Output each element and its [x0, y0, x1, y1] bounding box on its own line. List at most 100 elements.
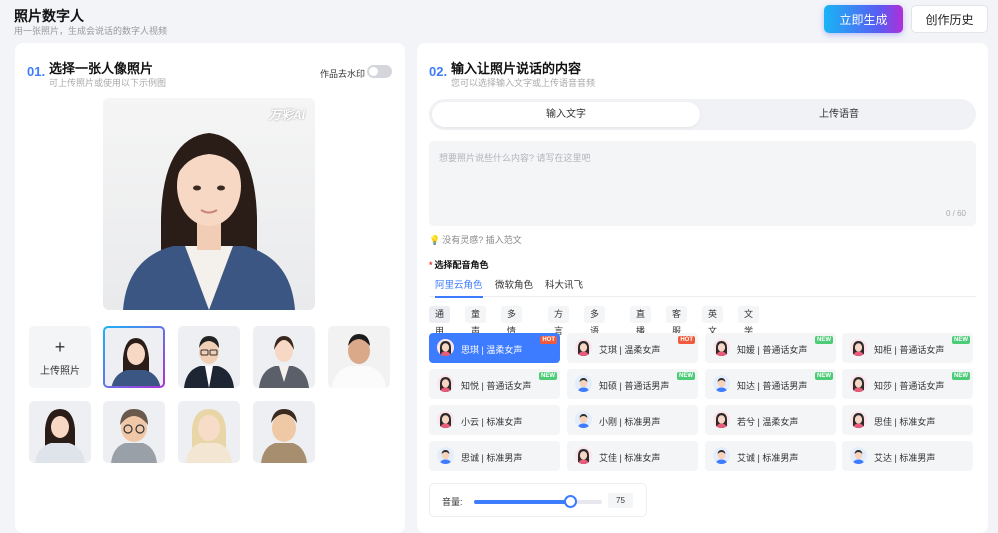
voice-name: 知莎 | 普通话女声	[874, 381, 945, 391]
thumbnail-cartoon-boy-glasses[interactable]	[103, 401, 165, 463]
page-subtitle: 用一张照片，生成会说话的数字人视频	[14, 26, 168, 36]
char-counter: 0 / 60	[945, 209, 966, 218]
new-badge: NEW	[539, 372, 557, 380]
photo-panel: 01. 选择一张人像照片 可上传照片或使用以下示例图 作品去水印 万彩AI + …	[15, 43, 405, 533]
female-avatar-icon	[437, 375, 454, 392]
thumbnail-cartoon-boy-jacket[interactable]	[253, 401, 315, 463]
section-title: 输入让照片说话的内容	[451, 61, 582, 76]
voice-card[interactable]: 知媛 | 普通话女声 NEW	[705, 333, 836, 363]
voice-card[interactable]: 知悦 | 普通话女声 NEW	[429, 369, 560, 399]
insert-sample-link[interactable]: 💡 没有灵感? 插入范文	[429, 233, 522, 246]
required-mark: *	[429, 260, 433, 270]
voice-card[interactable]: 艾达 | 标准男声	[842, 441, 973, 471]
hot-badge: HOT	[678, 336, 695, 344]
insert-sample-label: 没有灵感? 插入范文	[442, 235, 522, 245]
voice-name: 知柜 | 普通话女声	[874, 345, 945, 355]
volume-control: 音量: 75	[429, 483, 647, 517]
volume-value[interactable]: 75	[608, 493, 633, 508]
preview-watermark: 万彩AI	[268, 108, 305, 122]
voice-card[interactable]: 思佳 | 标准女声	[842, 405, 973, 435]
voice-name: 知悦 | 普通话女声	[461, 381, 532, 391]
page-title: 照片数字人	[14, 8, 84, 24]
section-number: 01.	[27, 64, 46, 79]
thumbnail-woman-suit[interactable]	[103, 326, 165, 388]
section-subtitle: 可上传照片或使用以下示例图	[49, 78, 167, 88]
section-title: 选择一张人像照片	[49, 61, 154, 76]
voice-card[interactable]: 小云 | 标准女声	[429, 405, 560, 435]
voice-name: 艾佳 | 标准女声	[599, 453, 661, 463]
chip-emotional[interactable]: 多情感	[501, 306, 523, 353]
voice-provider-tabs: 阿里云角色 微软角色 科大讯飞	[429, 275, 976, 298]
hot-badge: HOT	[540, 336, 557, 344]
voice-title-text: 选择配音角色	[434, 260, 489, 270]
watermark-toggle-label: 作品去水印	[320, 69, 366, 79]
generate-button[interactable]: 立即生成	[824, 5, 903, 33]
voice-card[interactable]: 艾佳 | 标准女声	[567, 441, 698, 471]
photo-preview: 万彩AI	[103, 98, 315, 310]
volume-handle[interactable]	[564, 495, 577, 508]
voice-name: 艾达 | 标准男声	[874, 453, 936, 463]
voice-name: 若兮 | 温柔女声	[737, 417, 799, 427]
chip-live[interactable]: 直播	[630, 306, 652, 336]
thumbnail-woman-uniform[interactable]	[253, 326, 315, 388]
voice-name: 思琪 | 温柔女声	[461, 345, 523, 355]
tab-upload-audio[interactable]: 上传语音	[705, 102, 973, 127]
female-avatar-icon	[437, 411, 454, 428]
voice-card[interactable]: 知硕 | 普通话男声 NEW	[567, 369, 698, 399]
voice-card[interactable]: 小刚 | 标准男声	[567, 405, 698, 435]
history-button[interactable]: 创作历史	[911, 5, 988, 33]
male-avatar-icon	[713, 375, 730, 392]
thumbnail-cartoon-girl-blonde[interactable]	[178, 401, 240, 463]
upload-label: 上传照片	[40, 366, 80, 377]
portrait-image	[123, 133, 295, 310]
voice-name: 小刚 | 标准男声	[599, 417, 661, 427]
thumbnail-girl-sweater[interactable]	[29, 401, 91, 463]
thumbnail-man-white-shirt[interactable]	[328, 326, 390, 388]
plus-icon: +	[54, 337, 66, 357]
voice-card[interactable]: 思琪 | 温柔女声 HOT	[429, 333, 560, 363]
tab-iflytek[interactable]: 科大讯飞	[545, 277, 583, 296]
section-number: 02.	[429, 64, 448, 79]
voice-card[interactable]: 艾诚 | 标准男声	[705, 441, 836, 471]
voice-name: 思佳 | 标准女声	[874, 417, 936, 427]
female-avatar-icon	[850, 375, 867, 392]
tab-aliyun[interactable]: 阿里云角色	[435, 277, 483, 298]
voice-section-title: * 选择配音角色	[429, 258, 489, 271]
volume-label: 音量:	[442, 497, 463, 507]
volume-slider[interactable]	[474, 495, 602, 508]
voice-card[interactable]: 知达 | 普通话男声 NEW	[705, 369, 836, 399]
chip-multilingual[interactable]: 多语种	[584, 306, 606, 353]
upload-photo-button[interactable]: + 上传照片	[29, 326, 91, 388]
voice-name: 小云 | 标准女声	[461, 417, 523, 427]
chip-literature[interactable]: 文学	[738, 306, 760, 336]
chip-english[interactable]: 英文	[702, 306, 724, 336]
chip-general[interactable]: 通用	[429, 306, 451, 336]
chip-child[interactable]: 童声	[465, 306, 487, 336]
watermark-toggle[interactable]	[367, 65, 392, 78]
voice-card[interactable]: 若兮 | 温柔女声	[705, 405, 836, 435]
voice-name: 思诚 | 标准男声	[461, 453, 523, 463]
voice-card[interactable]: 艾琪 | 温柔女声 HOT	[567, 333, 698, 363]
female-avatar-icon	[575, 447, 592, 464]
tab-microsoft[interactable]: 微软角色	[495, 277, 533, 296]
tab-input-text[interactable]: 输入文字	[432, 102, 700, 127]
volume-fill	[474, 500, 570, 504]
lightbulb-icon: 💡	[429, 235, 441, 245]
male-avatar-icon	[850, 447, 867, 464]
chip-service[interactable]: 客服	[666, 306, 688, 336]
voice-card[interactable]: 思诚 | 标准男声	[429, 441, 560, 471]
content-panel: 02. 输入让照片说话的内容 您可以选择输入文字或上传语音音频 输入文字 上传语…	[417, 43, 988, 533]
voice-card[interactable]: 知柜 | 普通话女声 NEW	[842, 333, 973, 363]
new-badge: NEW	[677, 372, 695, 380]
female-avatar-icon	[575, 339, 592, 356]
male-avatar-icon	[437, 447, 454, 464]
female-avatar-icon	[850, 339, 867, 356]
speech-text-input[interactable]	[429, 141, 976, 226]
voice-name: 艾诚 | 标准男声	[737, 453, 799, 463]
chip-dialect[interactable]: 方言	[548, 306, 570, 336]
thumbnail-man-glasses-suit[interactable]	[178, 326, 240, 388]
voice-name: 知媛 | 普通话女声	[737, 345, 808, 355]
new-badge: NEW	[815, 336, 833, 344]
male-avatar-icon	[713, 447, 730, 464]
voice-card[interactable]: 知莎 | 普通话女声 NEW	[842, 369, 973, 399]
